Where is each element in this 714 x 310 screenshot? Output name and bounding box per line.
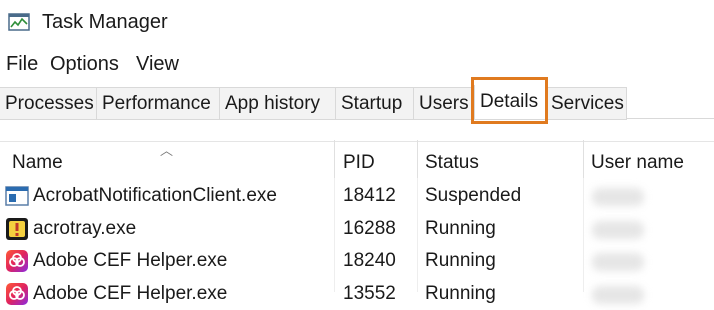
process-status: Running <box>425 283 496 304</box>
user-name-redacted <box>592 188 644 206</box>
title-bar: Task Manager <box>0 0 714 44</box>
tab-processes[interactable]: Processes <box>0 88 97 119</box>
column-divider[interactable] <box>417 140 418 178</box>
task-manager-icon <box>8 13 30 31</box>
process-pid: 16288 <box>343 218 396 239</box>
user-name-redacted <box>592 221 644 239</box>
table-row[interactable]: Adobe CEF Helper.exe 18240 Running <box>0 245 714 277</box>
column-status[interactable]: Status <box>425 152 479 174</box>
window-title: Task Manager <box>42 11 168 33</box>
process-pid: 18412 <box>343 185 396 206</box>
process-status: Suspended <box>425 185 522 206</box>
tab-performance[interactable]: Performance <box>97 88 220 119</box>
tab-details[interactable]: Details <box>474 85 546 119</box>
user-name-redacted <box>592 253 644 271</box>
column-divider[interactable] <box>334 140 335 178</box>
tab-users[interactable]: Users <box>414 88 474 119</box>
acrobat-notification-icon <box>5 186 29 206</box>
process-name: Adobe CEF Helper.exe <box>33 283 228 304</box>
process-status: Running <box>425 218 496 239</box>
tab-strip-line <box>627 118 714 119</box>
column-name[interactable]: Name <box>12 152 63 174</box>
process-pid: 13552 <box>343 283 396 304</box>
column-header: ︿ Name PID Status User name <box>0 140 714 178</box>
column-user-name[interactable]: User name <box>591 152 684 174</box>
process-name: acrotray.exe <box>33 218 137 239</box>
column-pid[interactable]: PID <box>343 152 375 174</box>
table-row[interactable]: acrotray.exe 16288 Running <box>0 213 714 245</box>
tab-bar: Processes Performance App history Startu… <box>0 81 714 120</box>
user-name-redacted <box>592 286 644 304</box>
table-row[interactable]: Adobe CEF Helper.exe 13552 Running <box>0 278 714 310</box>
process-name: AcrobatNotificationClient.exe <box>33 185 277 206</box>
menu-file[interactable]: File <box>6 53 38 76</box>
menu-options[interactable]: Options <box>50 53 119 76</box>
adobe-cef-icon <box>6 250 28 272</box>
menu-view[interactable]: View <box>136 53 179 76</box>
process-status: Running <box>425 250 496 271</box>
menu-bar: File Options View <box>0 48 714 80</box>
tab-app-history[interactable]: App history <box>220 88 336 119</box>
tab-startup[interactable]: Startup <box>336 88 414 119</box>
acrotray-icon <box>6 218 28 240</box>
column-divider[interactable] <box>583 140 584 178</box>
process-name: Adobe CEF Helper.exe <box>33 250 228 271</box>
adobe-cef-icon <box>6 283 28 305</box>
sort-ascending-icon: ︿ <box>160 143 174 158</box>
tab-services[interactable]: Services <box>546 88 627 119</box>
table-row[interactable]: AcrobatNotificationClient.exe 18412 Susp… <box>0 180 714 212</box>
process-pid: 18240 <box>343 250 396 271</box>
